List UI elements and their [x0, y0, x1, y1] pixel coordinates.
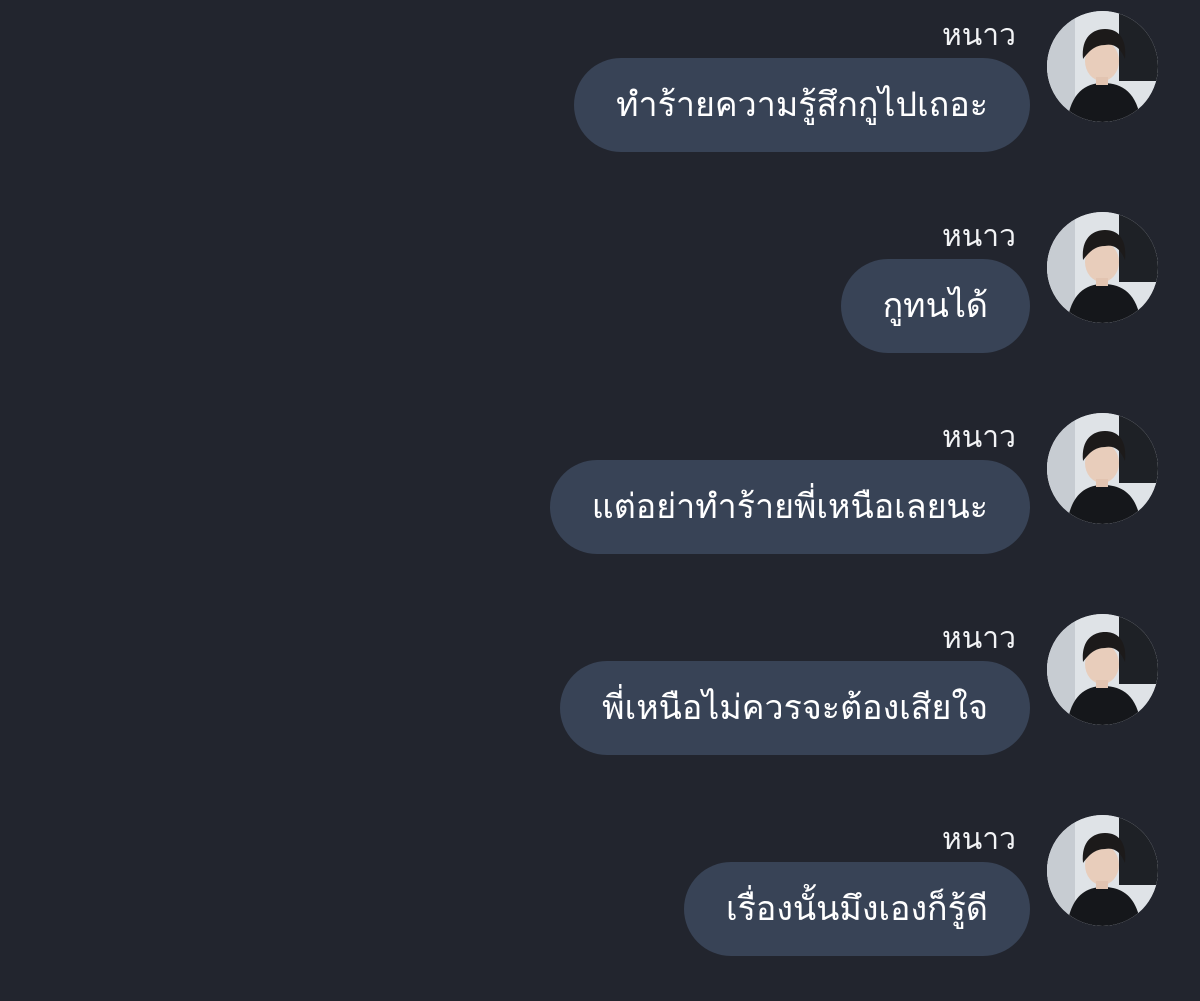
- chat-message: หนาว ทำร้ายความรู้สึกกูไปเถอะ: [0, 0, 1200, 170]
- avatar[interactable]: [1047, 815, 1158, 926]
- sender-name: หนาว: [942, 621, 1016, 656]
- message-bubble[interactable]: ทำร้ายความรู้สึกกูไปเถอะ: [574, 58, 1030, 152]
- chat-message: หนาว กูทนได้: [0, 201, 1200, 371]
- message-bubble[interactable]: เรื่องนั้นมึงเองก็รู้ดี: [684, 862, 1030, 956]
- message-bubble[interactable]: กูทนได้: [840, 259, 1030, 353]
- avatar[interactable]: [1047, 212, 1158, 323]
- avatar-photo-icon: [1047, 815, 1158, 926]
- avatar-photo-icon: [1047, 413, 1158, 524]
- chat-thread: หนาว ทำร้ายความรู้สึกกูไปเถอะ หนาว กูทนไ…: [0, 0, 1200, 1001]
- sender-name: หนาว: [942, 822, 1016, 857]
- chat-message: หนาว เรื่องนั้นมึงเองก็รู้ดี: [0, 804, 1200, 974]
- sender-name: หนาว: [942, 219, 1016, 254]
- avatar[interactable]: [1047, 614, 1158, 725]
- message-bubble[interactable]: แต่อย่าทำร้ายพี่เหนือเลยนะ: [549, 460, 1030, 554]
- chat-message: หนาว แต่อย่าทำร้ายพี่เหนือเลยนะ: [0, 402, 1200, 572]
- avatar-photo-icon: [1047, 11, 1158, 122]
- sender-name: หนาว: [942, 420, 1016, 455]
- avatar-photo-icon: [1047, 614, 1158, 725]
- avatar[interactable]: [1047, 11, 1158, 122]
- message-bubble[interactable]: พี่เหนือไม่ควรจะต้องเสียใจ: [560, 661, 1030, 755]
- chat-message: หนาว พี่เหนือไม่ควรจะต้องเสียใจ: [0, 603, 1200, 773]
- sender-name: หนาว: [942, 18, 1016, 53]
- avatar-photo-icon: [1047, 212, 1158, 323]
- avatar[interactable]: [1047, 413, 1158, 524]
